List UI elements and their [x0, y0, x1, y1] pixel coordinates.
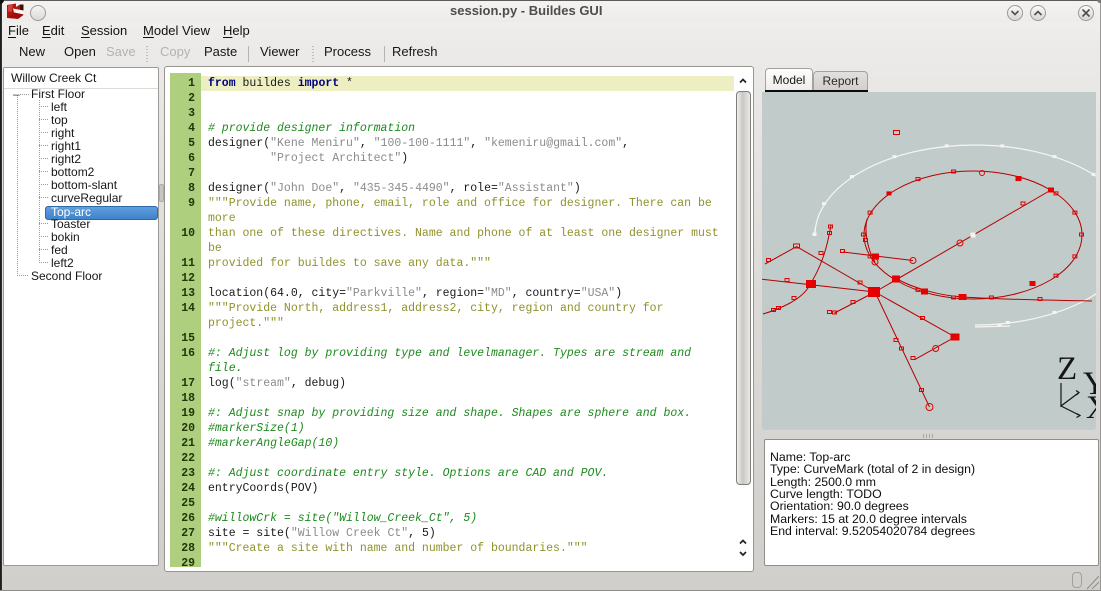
- svg-text:X: X: [1086, 390, 1096, 426]
- svg-text:Z: Z: [1057, 351, 1077, 387]
